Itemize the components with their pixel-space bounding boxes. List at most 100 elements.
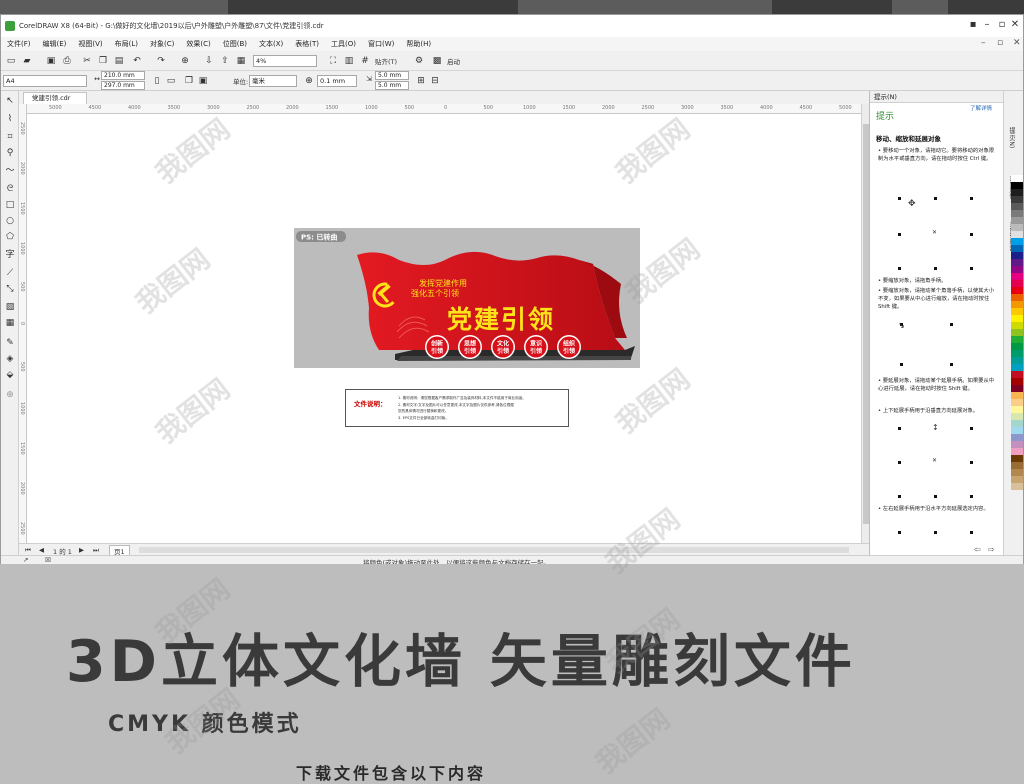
palette-swatch[interactable] xyxy=(1011,350,1023,357)
show-grid-icon[interactable]: # xyxy=(359,55,371,67)
menu-tools[interactable]: 工具(O) xyxy=(325,39,362,49)
vertical-ruler[interactable]: 2500 2000 1500 1000 500 0 500 1000 1500 2000 2500 xyxy=(19,104,27,552)
interactive-fill-icon[interactable]: ◈ xyxy=(4,353,16,365)
menu-object[interactable]: 对象(C) xyxy=(144,39,180,49)
full-screen-icon[interactable]: ⛶ xyxy=(327,55,339,67)
zoom-level-field[interactable]: 4% xyxy=(253,55,317,67)
vertical-scrollbar[interactable] xyxy=(861,104,869,552)
artistic-media-icon[interactable]: ᘓ xyxy=(4,183,16,195)
last-page-icon[interactable]: ⏭ xyxy=(93,546,99,555)
menu-layout[interactable]: 布局(L) xyxy=(109,39,144,49)
import-icon[interactable]: ⇩ xyxy=(203,55,215,67)
palette-swatch[interactable] xyxy=(1011,329,1023,336)
menu-window[interactable]: 窗口(W) xyxy=(362,39,400,49)
undo-icon[interactable]: ↶ xyxy=(131,55,143,67)
doc-close-icon[interactable]: ✕ xyxy=(1007,38,1024,48)
menu-table[interactable]: 表格(T) xyxy=(289,39,325,49)
palette-swatch[interactable] xyxy=(1011,217,1023,224)
palette-swatch[interactable] xyxy=(1011,378,1023,385)
palette-swatch[interactable] xyxy=(1011,483,1023,490)
menu-effects[interactable]: 效果(C) xyxy=(180,39,216,49)
all-pages-icon[interactable]: ❐ xyxy=(183,75,195,87)
new-document-icon[interactable]: ▭ xyxy=(5,55,17,67)
paste-icon[interactable]: ▤ xyxy=(113,55,125,67)
treat-as-filled-icon[interactable]: ⊞ xyxy=(415,75,427,87)
print-icon[interactable]: ⎙ xyxy=(61,55,73,67)
transparency-tool-icon[interactable]: ▦ xyxy=(4,317,16,329)
menu-file[interactable]: 文件(F) xyxy=(1,39,37,49)
page-width-field[interactable]: 210.0 mm xyxy=(101,71,145,80)
palette-swatch[interactable] xyxy=(1011,231,1023,238)
palette-swatch[interactable] xyxy=(1011,224,1023,231)
snap-options-icon[interactable]: ⊟ xyxy=(429,75,441,87)
portrait-icon[interactable]: ▯ xyxy=(151,75,163,87)
page-height-field[interactable]: 297.0 mm xyxy=(101,81,145,90)
palette-swatch[interactable] xyxy=(1011,259,1023,266)
palette-swatch[interactable] xyxy=(1011,392,1023,399)
snap-to-dropdown[interactable]: 贴齐(T) xyxy=(375,56,397,66)
menu-view[interactable]: 视图(V) xyxy=(72,39,108,49)
side-tab-hints[interactable]: 提示(N) xyxy=(1007,127,1016,148)
nudge-distance-field[interactable]: 0.1 mm xyxy=(317,75,357,87)
rectangle-tool-icon[interactable]: □ xyxy=(4,199,16,211)
forward-arrow-icon[interactable]: ⇨ xyxy=(988,545,995,554)
palette-swatch[interactable] xyxy=(1011,476,1023,483)
crop-tool-icon[interactable]: ⌗ xyxy=(4,131,16,143)
launch-icon[interactable]: ▩ xyxy=(431,55,443,67)
drawing-canvas[interactable]: PS: 已转曲 发挥党建作用 强化五个引领 党建引领 创新 引领 思想 引领 文化 引领意… xyxy=(27,114,861,552)
zoom-tool-icon[interactable]: ⚲ xyxy=(4,147,16,159)
palette-swatch[interactable] xyxy=(1011,364,1023,371)
horizontal-ruler[interactable]: 5000 4500 4000 3500 3000 2500 2000 1500 1000 500 0… xyxy=(27,104,891,114)
shape-tool-icon[interactable]: ⌇ xyxy=(4,113,16,125)
palette-swatch[interactable] xyxy=(1011,294,1023,301)
palette-swatch[interactable] xyxy=(1011,252,1023,259)
smart-fill-icon[interactable]: ⬙ xyxy=(4,369,16,381)
publish-pdf-icon[interactable]: ▦ xyxy=(235,55,247,67)
palette-swatch[interactable] xyxy=(1011,406,1023,413)
palette-swatch[interactable] xyxy=(1011,196,1023,203)
palette-swatch[interactable] xyxy=(1011,238,1023,245)
open-icon[interactable]: ▰ xyxy=(21,55,33,67)
palette-swatch[interactable] xyxy=(1011,203,1023,210)
polygon-tool-icon[interactable]: ⬠ xyxy=(4,231,16,243)
drop-shadow-icon[interactable]: ▧ xyxy=(4,301,16,313)
palette-swatch[interactable] xyxy=(1011,448,1023,455)
palette-swatch[interactable] xyxy=(1011,308,1023,315)
no-color-swatch-icon[interactable]: ☒ xyxy=(45,556,51,564)
duplicate-x-field[interactable]: 5.0 mm xyxy=(375,71,409,80)
palette-swatch[interactable] xyxy=(1011,385,1023,392)
palette-swatch[interactable] xyxy=(1011,343,1023,350)
first-page-icon[interactable]: ⏮ xyxy=(25,546,31,555)
palette-swatch[interactable] xyxy=(1011,210,1023,217)
menu-help[interactable]: 帮助(H) xyxy=(400,39,437,49)
palette-swatch[interactable] xyxy=(1011,462,1023,469)
export-icon[interactable]: ⇧ xyxy=(219,55,231,67)
palette-swatch[interactable] xyxy=(1011,301,1023,308)
pick-tool-icon[interactable]: ↖ xyxy=(4,95,16,107)
palette-swatch[interactable] xyxy=(1011,420,1023,427)
prev-page-icon[interactable]: ◀ xyxy=(39,546,44,554)
close-button[interactable]: ✕ xyxy=(1007,19,1023,30)
menu-edit[interactable]: 编辑(E) xyxy=(37,39,73,49)
palette-swatch[interactable] xyxy=(1011,189,1023,196)
horizontal-scrollbar[interactable] xyxy=(139,547,849,553)
options-gear-icon[interactable]: ⚙ xyxy=(413,55,425,67)
palette-swatch[interactable] xyxy=(1011,441,1023,448)
search-content-icon[interactable]: ⊕ xyxy=(179,55,191,67)
copy-icon[interactable]: ❐ xyxy=(97,55,109,67)
palette-swatch[interactable] xyxy=(1011,280,1023,287)
connector-tool-icon[interactable]: ⤡ xyxy=(4,283,16,295)
cut-icon[interactable]: ✂ xyxy=(81,55,93,67)
freehand-tool-icon[interactable]: 〜 xyxy=(4,165,16,177)
duplicate-y-field[interactable]: 5.0 mm xyxy=(375,81,409,90)
document-tab[interactable]: 党建引领.cdr xyxy=(23,92,87,104)
add-tool-icon[interactable]: ⊕ xyxy=(4,389,16,401)
minimize-button[interactable]: – xyxy=(979,19,995,30)
menu-bitmaps[interactable]: 位图(B) xyxy=(217,39,253,49)
palette-swatch[interactable] xyxy=(1011,427,1023,434)
menu-text[interactable]: 文本(X) xyxy=(253,39,289,49)
eyedropper-status-icon[interactable]: ↗ xyxy=(23,556,28,564)
palette-swatch[interactable] xyxy=(1011,182,1023,189)
current-page-icon[interactable]: ▣ xyxy=(197,75,209,87)
palette-swatch[interactable] xyxy=(1011,245,1023,252)
